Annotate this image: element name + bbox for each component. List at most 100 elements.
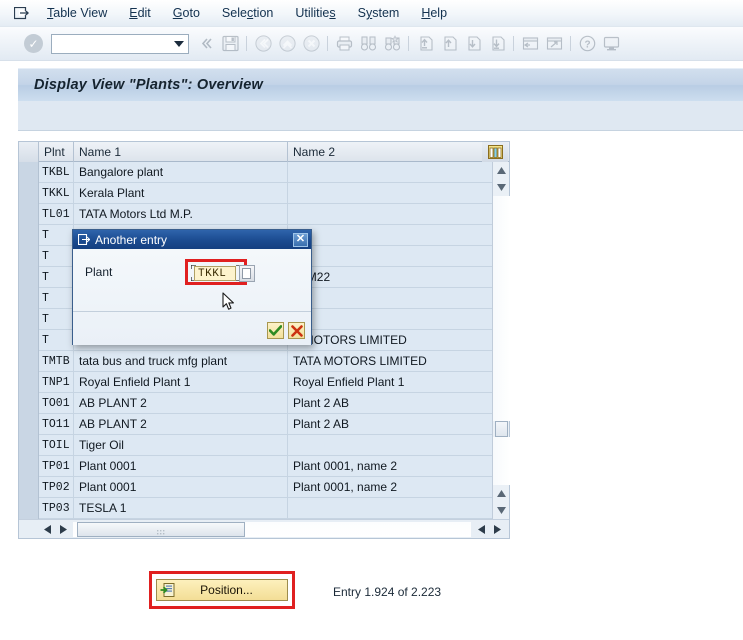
table-header-row: Plnt Name 1 Name 2 — [19, 141, 509, 162]
row-select-cell[interactable] — [19, 350, 39, 372]
row-select-cell[interactable] — [19, 455, 39, 477]
menu-item-system[interactable]: System — [347, 4, 411, 22]
row-select-cell[interactable] — [19, 392, 39, 414]
column-header-select-all[interactable] — [19, 141, 39, 162]
table-row[interactable]: TKKL Kerala Plant — [19, 182, 509, 204]
first-page-icon[interactable] — [414, 33, 436, 55]
menu-item-goto[interactable]: Goto — [162, 4, 211, 22]
horizontal-scroll-track[interactable] — [73, 521, 471, 537]
close-icon[interactable]: ✕ — [293, 232, 308, 247]
sap-dialog-icon — [77, 233, 90, 246]
find-icon[interactable] — [357, 33, 379, 55]
row-select-cell[interactable] — [19, 308, 39, 330]
table-settings-icon[interactable] — [482, 141, 508, 162]
cell-name1: tata bus and truck mfg plant — [74, 350, 288, 372]
cell-name2 — [288, 435, 482, 456]
cell-name2: Plant 2 AB — [293, 396, 350, 410]
exit-icon[interactable] — [276, 33, 298, 55]
cell-name2 — [288, 204, 482, 225]
row-select-cell[interactable] — [19, 371, 39, 393]
table-row[interactable]: TP03 TESLA 1 — [19, 497, 509, 519]
print-icon[interactable] — [333, 33, 355, 55]
cell-name1: TATA Motors Ltd M.P. — [74, 203, 288, 225]
matchcode-search-icon[interactable] — [239, 265, 255, 282]
cell-plnt: T — [39, 308, 74, 330]
scroll-down-icon[interactable] — [493, 179, 510, 196]
scroll-right-icon-end[interactable] — [489, 522, 505, 537]
row-select-cell[interactable] — [19, 497, 39, 519]
table-horizontal-scrollbar[interactable] — [19, 519, 509, 538]
row-select-cell[interactable] — [19, 162, 39, 183]
dialog-title: Another entry — [95, 232, 168, 247]
dialog-title-bar[interactable]: Another entry ✕ — [73, 230, 311, 249]
scroll-thumb[interactable] — [495, 421, 508, 437]
enter-check-icon[interactable]: ✓ — [24, 34, 43, 53]
column-header-plnt[interactable]: Plnt — [39, 141, 74, 162]
horizontal-scroll-thumb[interactable] — [77, 521, 245, 537]
row-select-cell[interactable] — [19, 224, 39, 246]
menu-item-selection[interactable]: Selection — [211, 4, 284, 22]
row-select-cell[interactable] — [19, 266, 39, 288]
chevron-down-icon[interactable] — [172, 36, 186, 52]
double-chevron-left-icon[interactable] — [195, 33, 217, 55]
column-header-name1[interactable]: Name 1 — [74, 141, 288, 162]
table-row[interactable]: TOIL Tiger Oil — [19, 434, 509, 456]
last-page-icon[interactable] — [486, 33, 508, 55]
dialog-cancel-button[interactable] — [288, 322, 305, 339]
row-select-cell[interactable] — [19, 287, 39, 309]
table-row[interactable]: TL01 TATA Motors Ltd M.P. — [19, 203, 509, 225]
scroll-track-lower[interactable] — [493, 437, 510, 485]
column-header-name2[interactable]: Name 2 — [288, 142, 482, 162]
row-select-cell[interactable] — [19, 245, 39, 267]
find-next-icon[interactable] — [381, 33, 403, 55]
menu-item-help[interactable]: Help — [410, 4, 458, 22]
scroll-up-icon-bottom[interactable] — [493, 485, 510, 502]
row-select-cell[interactable] — [19, 203, 39, 225]
system-menu-icon[interactable] — [10, 4, 32, 22]
menu-item-table-view[interactable]: Table View — [36, 4, 118, 22]
back-icon[interactable] — [252, 33, 274, 55]
next-page-icon[interactable] — [462, 33, 484, 55]
help-icon[interactable]: ? — [576, 33, 598, 55]
row-select-cell[interactable] — [19, 329, 39, 351]
table-row[interactable]: TMTB tata bus and truck mfg plant TATA MOT… — [19, 350, 509, 372]
table-row[interactable]: TP01 Plant 0001 Plant 0001, name 2 — [19, 455, 509, 477]
table-row[interactable]: TO11 AB PLANT 2 Plant 2 AB — [19, 413, 509, 435]
scroll-up-icon[interactable] — [493, 162, 510, 179]
row-select-cell[interactable] — [19, 413, 39, 435]
toolbar-separator — [246, 36, 247, 51]
scroll-down-icon-bottom[interactable] — [493, 502, 510, 519]
plant-input[interactable]: TKKL — [194, 266, 236, 281]
row-select-cell[interactable] — [19, 476, 39, 498]
cancel-icon[interactable] — [300, 33, 322, 55]
scroll-left-icon[interactable] — [39, 522, 55, 537]
table-row[interactable]: TP02 Plant 0001 Plant 0001, name 2 — [19, 476, 509, 498]
save-icon[interactable] — [219, 33, 241, 55]
command-input[interactable] — [54, 35, 172, 52]
previous-page-icon[interactable] — [438, 33, 460, 55]
cell-plnt: TOIL — [39, 434, 74, 456]
dialog-confirm-button[interactable] — [267, 322, 284, 339]
row-select-cell[interactable] — [19, 182, 39, 204]
cell-name2: AM — [288, 288, 482, 309]
dialog-divider — [73, 311, 311, 312]
table-row[interactable]: TO01 AB PLANT 2 Plant 2 AB — [19, 392, 509, 414]
cell-plnt: T — [39, 329, 74, 351]
table-row[interactable]: TNP1 Royal Enfield Plant 1 Royal Enfield P… — [19, 371, 509, 393]
customize-monitor-icon[interactable] — [600, 33, 622, 55]
scroll-right-icon[interactable] — [55, 522, 71, 537]
cell-name1: AB PLANT 2 — [74, 392, 288, 414]
table-vertical-scrollbar[interactable] — [492, 162, 510, 519]
scroll-left-icon-end[interactable] — [473, 522, 489, 537]
shortcut-icon[interactable] — [543, 33, 565, 55]
cell-name1: TESLA 1 — [74, 497, 288, 519]
position-button[interactable]: Position... — [156, 579, 288, 601]
new-session-icon[interactable] — [519, 33, 541, 55]
command-field[interactable] — [51, 33, 189, 54]
menu-item-edit[interactable]: Edit — [118, 4, 162, 22]
row-select-cell[interactable] — [19, 434, 39, 456]
scroll-track-upper[interactable] — [493, 196, 510, 421]
another-entry-dialog: Another entry ✕ Plant TKKL — [72, 229, 312, 345]
menu-item-utilities[interactable]: Utilities — [284, 4, 346, 22]
table-row[interactable]: TKBL Bangalore plant — [19, 162, 509, 183]
